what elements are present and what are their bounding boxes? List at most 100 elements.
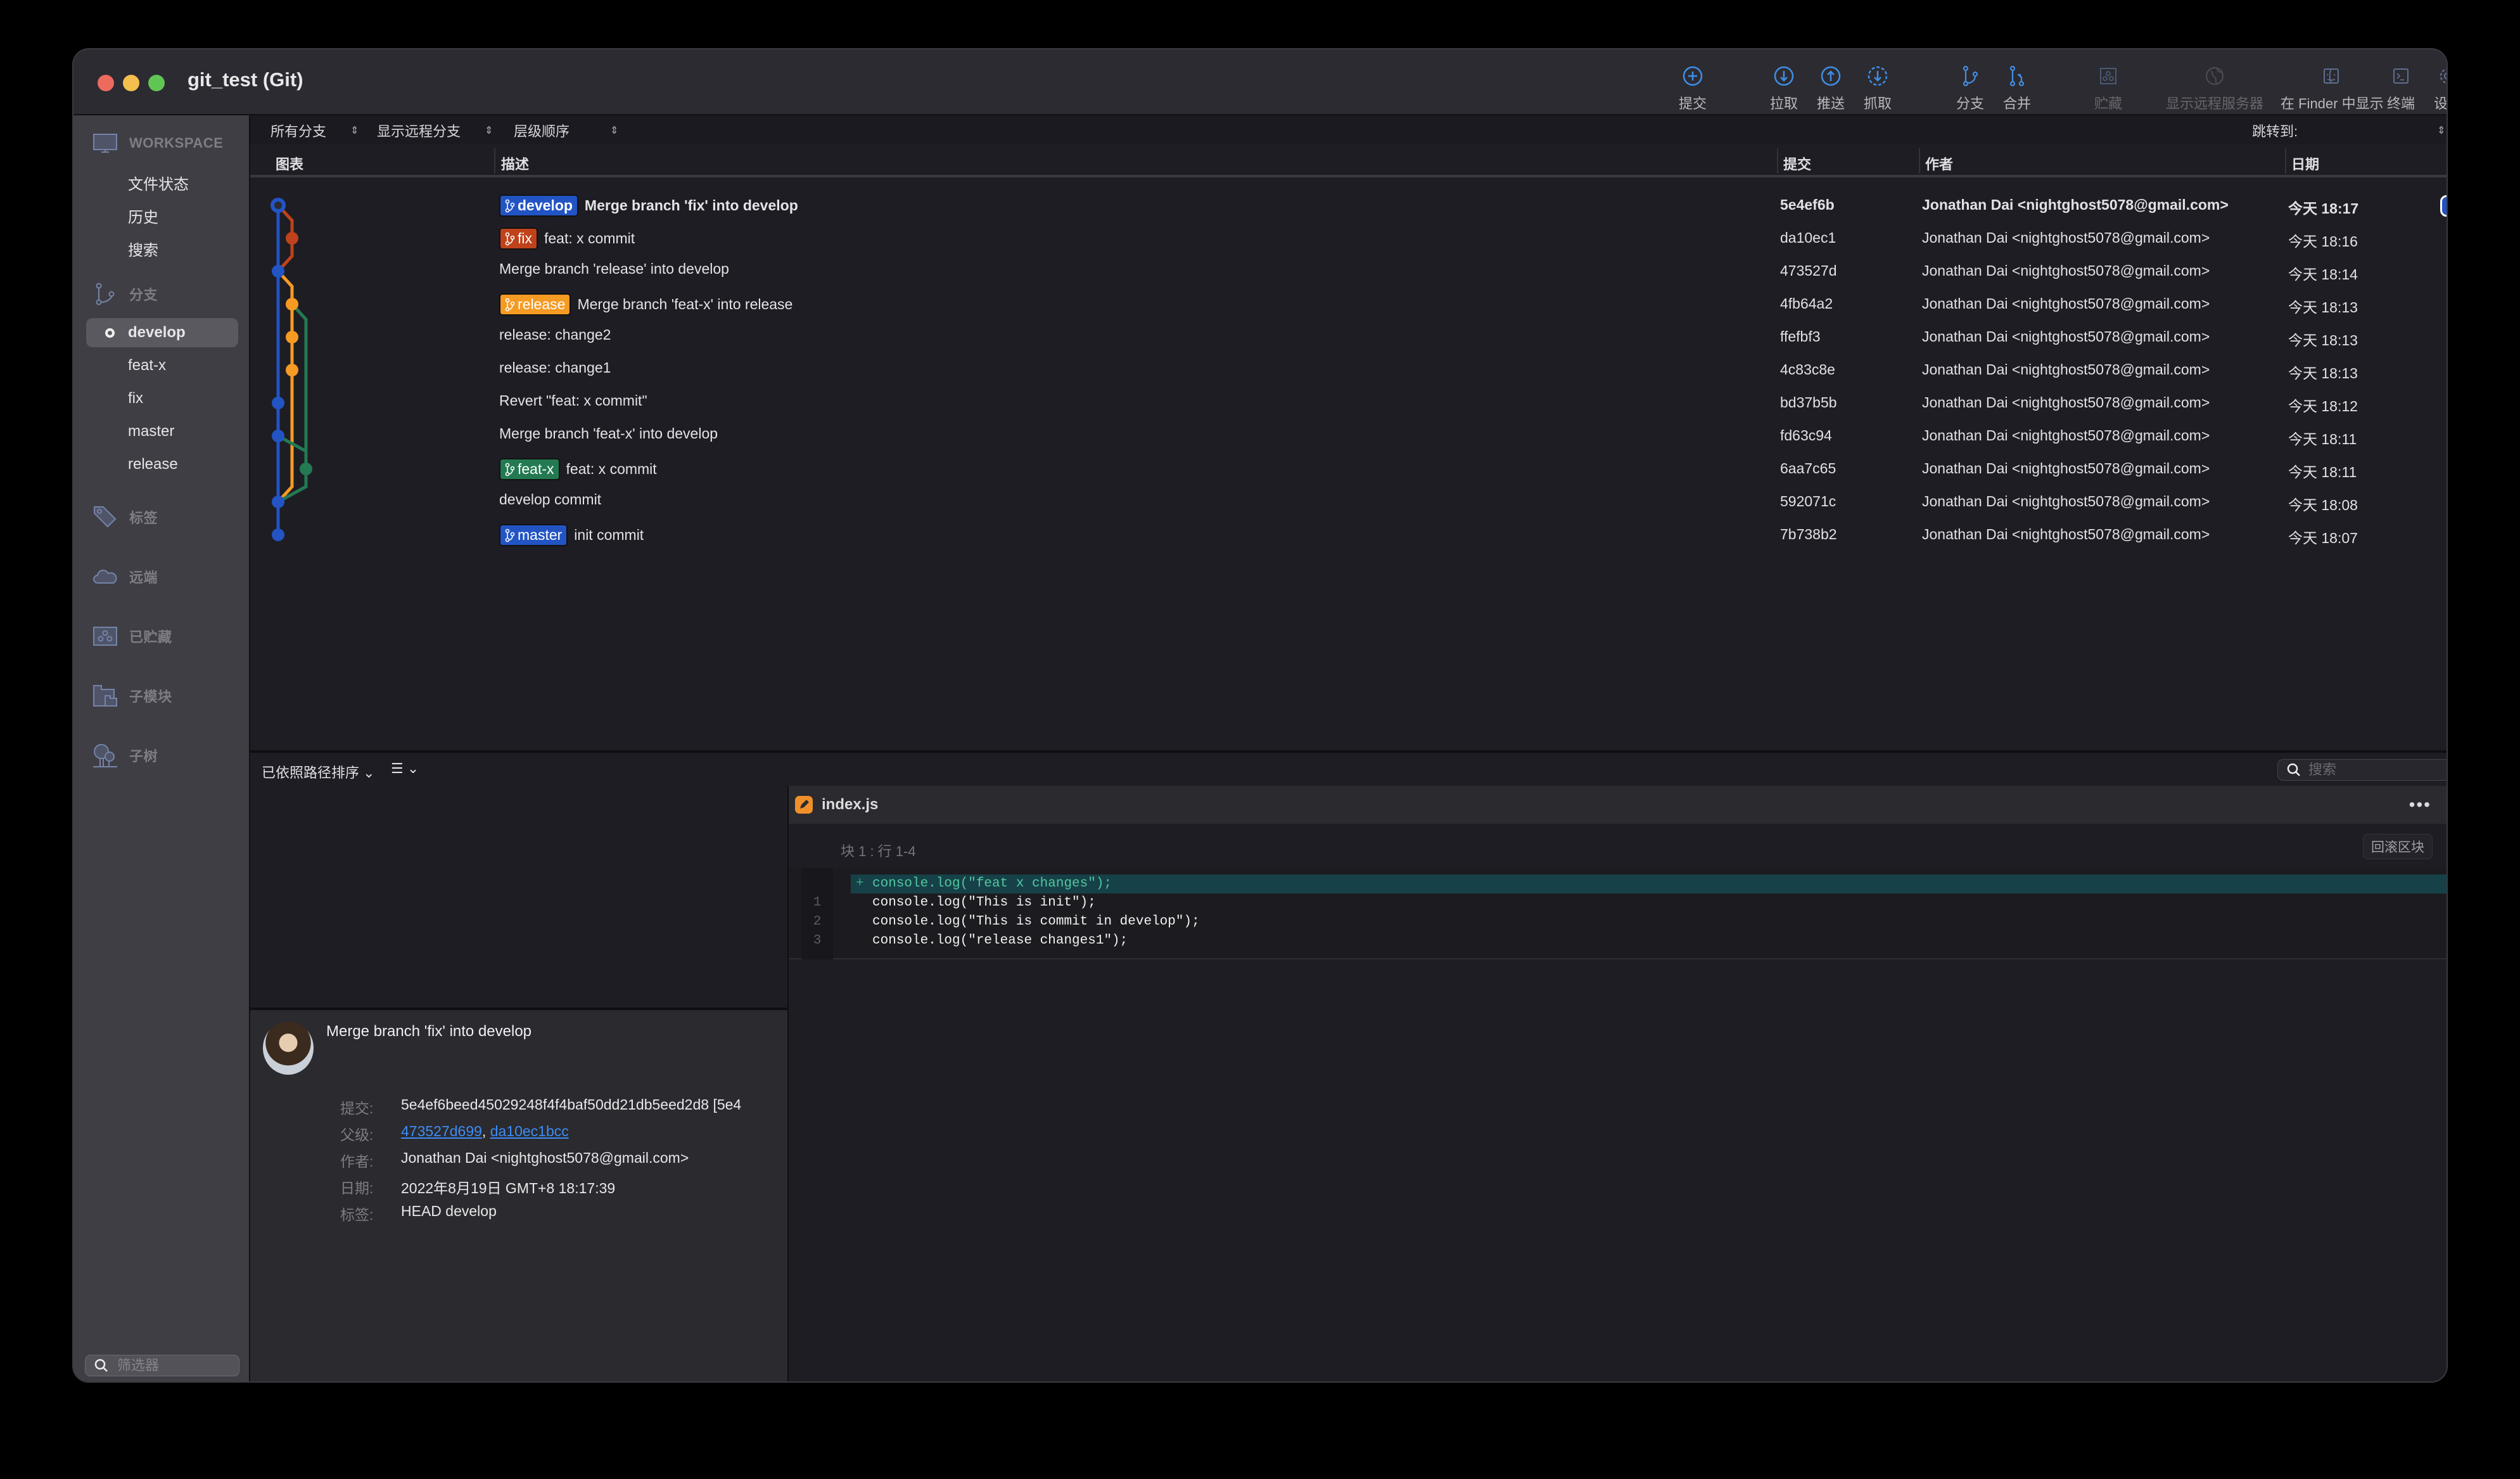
branch-badge[interactable]: master [499,524,568,546]
commit-row[interactable]: Merge branch 'feat-x' into develop fd63c9… [250,419,2447,452]
branch-badge-label: feat-x [518,461,554,477]
commit-message: init commit [574,527,644,543]
branch-badge[interactable]: develop [499,195,578,217]
revert-hunk-button[interactable]: 回滚区块 [2363,834,2433,859]
toolbar-settings-button[interactable]: 设置 [2410,63,2447,113]
hunk-label: 块 1 : 行 1-4 [841,843,916,859]
updown-chevron-icon: ⇕ [350,125,359,136]
sort-by-path-menu[interactable]: 已依照路径排序 ⌄ [262,762,375,782]
commit-date: 今天 18:11 [2288,431,2357,447]
detail-parents-row: 父级: 473527d699, da10ec1bcc [340,1123,569,1143]
sidebar-section-tags[interactable]: 标签 [92,504,158,530]
commit-hash: 6aa7c65 [1780,460,1836,477]
column-divider[interactable] [1777,148,1778,174]
commit-row[interactable]: develop Merge branch 'fix' into develop 5e… [250,189,2447,222]
column-divider[interactable] [2285,148,2286,174]
toolbar-stash-button[interactable]: 贮藏 [2070,63,2146,113]
order-select[interactable]: 层级顺序 ⇕ [514,120,618,141]
commit-row[interactable]: release: change2 ffefbf3 Jonathan Dai <nig… [250,321,2447,354]
zoom-window-button[interactable] [148,75,165,91]
file-search-input[interactable] [2308,762,2447,778]
column-header-date[interactable]: 日期 [2291,153,2319,174]
commit-author: Jonathan Dai <nightghost5078@gmail.com> [1922,526,2210,542]
commit-row[interactable]: feat-x feat: x commit 6aa7c65 Jonathan Dai … [250,452,2447,485]
column-divider[interactable] [494,148,495,174]
commit-row[interactable]: release: change1 4c83c8e Jonathan Dai <nig… [250,354,2447,387]
sidebar-filter-input[interactable] [117,1357,225,1374]
sidebar-branch-master[interactable]: master [86,417,238,446]
diff-line-context[interactable]: 3 console.log("release changes1"); [789,932,2447,951]
added-sign: + [856,876,864,891]
commit-list-header: 图表 描述 提交 作者 日期 [250,144,2447,177]
branch-icon [505,199,515,212]
close-window-button[interactable] [98,75,114,91]
commit-row[interactable]: master init commit 7b738b2 Jonathan Dai <ni… [250,518,2447,551]
sidebar-section-submodules[interactable]: 子模块 [92,683,172,708]
branch-filter-select[interactable]: 所有分支 ⇕ [270,120,359,141]
toolbar-fetch-button[interactable]: 抓取 [1840,63,1916,113]
commit-description: Revert "feat: x commit" [499,392,647,409]
branch-badge[interactable]: fix [499,227,538,250]
column-divider[interactable] [1919,148,1920,174]
commit-author: Jonathan Dai <nightghost5078@gmail.com> [1922,295,2210,312]
remote-branch-select[interactable]: 显示远程分支 ⇕ [377,120,493,141]
branch-badge[interactable]: release [499,293,571,316]
sidebar-branch-develop[interactable]: develop [86,318,238,347]
sidebar-branch-fix[interactable]: fix [86,384,238,413]
changed-files-list[interactable] [250,786,789,1008]
commit-list: develop Merge branch 'fix' into develop 5e… [250,180,2447,706]
commit-row[interactable]: Merge branch 'release' into develop 47352… [250,255,2447,288]
current-branch-indicator-icon [105,328,115,338]
line-number: 3 [813,933,822,948]
line-text: console.log("This is init"); [872,895,1096,910]
column-header-author[interactable]: 作者 [1925,153,1953,174]
sidebar-section-stashes[interactable]: 已贮藏 [92,624,172,649]
branch-badge[interactable]: feat-x [499,458,560,480]
diff-line-added[interactable]: + console.log("feat x changes"); [851,874,2447,893]
selected-row-indicator [2440,195,2447,217]
commit-date: 今天 18:13 [2288,332,2358,349]
sidebar-section-branches[interactable]: 分支 [92,281,158,307]
history-filter-bar: 所有分支 ⇕ 显示远程分支 ⇕ 层级顺序 ⇕ 跳转到: ⇕ [250,115,2447,144]
commit-author: Jonathan Dai <nightghost5078@gmail.com> [1922,328,2210,345]
sidebar-item-history[interactable]: 历史 [86,201,238,230]
sidebar-item-file-status[interactable]: 文件状态 [86,168,238,197]
commit-row[interactable]: fix feat: x commit da10ec1 Jonathan Dai <ni… [250,222,2447,255]
chevron-down-icon: ⌄ [363,765,375,781]
sidebar-section-remotes[interactable]: 远端 [92,564,158,589]
file-search-field[interactable] [2277,759,2447,781]
view-mode-menu[interactable]: ☰ ⌄ [391,760,419,777]
globe-icon [2206,67,2224,85]
toolbar-commit-button[interactable]: 提交 [1655,63,1731,113]
sidebar-item-search[interactable]: 搜索 [86,234,238,263]
parent-link[interactable]: da10ec1bcc [490,1123,569,1139]
commit-date: 今天 18:08 [2288,497,2358,513]
search-icon [2287,763,2300,776]
diff-line-context[interactable]: 1 console.log("This is init"); [789,893,2447,912]
commit-message: Merge branch 'fix' into develop [584,197,798,214]
sidebar-branch-release[interactable]: release [86,450,238,479]
sidebar-branch-feat-x[interactable]: feat-x [86,351,238,380]
column-header-commit[interactable]: 提交 [1783,153,1811,174]
minimize-window-button[interactable] [123,75,139,91]
commit-description: fix feat: x commit [499,227,635,250]
commit-row[interactable]: release Merge branch 'feat-x' into releas… [250,288,2447,321]
sidebar-section-subtrees[interactable]: 子树 [92,743,158,768]
toolbar-merge-button[interactable]: 合并 [1979,63,2055,113]
sidebar-filter-field[interactable] [85,1355,239,1376]
commit-author: Jonathan Dai <nightghost5078@gmail.com> [1922,262,2210,279]
updown-chevron-icon: ⇕ [485,125,493,136]
commit-full-hash: 5e4ef6beed45029248f4f4baf50dd21db5eed2d8… [401,1096,742,1113]
column-header-graph[interactable]: 图表 [276,153,303,174]
commit-row[interactable]: develop commit 592071c Jonathan Dai <night… [250,485,2447,518]
column-header-description[interactable]: 描述 [501,153,529,174]
toolbar-show-remote-button[interactable]: 显示远程服务器 [2158,63,2272,113]
sidebar-section-workspace: WORKSPACE [92,131,223,156]
jump-to-select[interactable]: 跳转到: ⇕ [2252,120,2445,141]
parent-link[interactable]: 473527d699 [401,1123,482,1139]
commit-row[interactable]: Revert "feat: x commit" bd37b5b Jonathan D… [250,387,2447,419]
diff-line-context[interactable]: 2 console.log("This is commit in develop"… [789,912,2447,932]
commit-date: 今天 18:14 [2288,266,2358,283]
commit-message: Merge branch 'release' into develop [499,260,729,277]
file-actions-menu-icon[interactable]: ••• [2409,795,2431,815]
